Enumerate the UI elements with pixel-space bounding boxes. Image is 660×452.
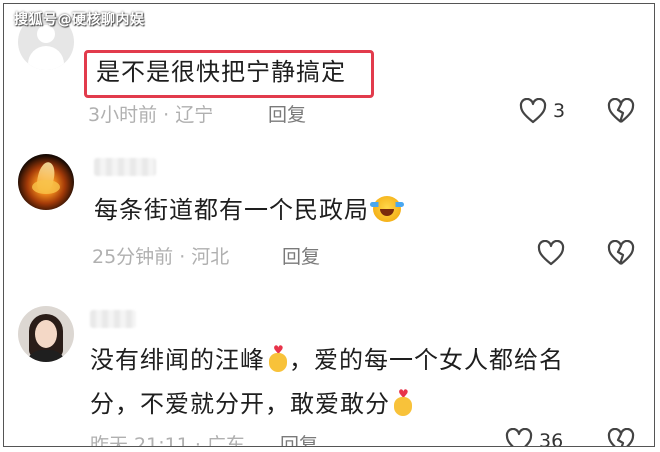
comment-time-location: 昨天 21:11 · 广东 xyxy=(90,434,245,447)
reply-button[interactable]: 回复 xyxy=(268,100,306,127)
comment-time-location: 3小时前 · 辽宁 xyxy=(88,104,214,126)
comment-list: 搜狐号@硬核聊内娱 是不是很快把宁静搞定 3小时前 · 辽宁 回复 3 每条街道… xyxy=(3,3,655,447)
like-button[interactable] xyxy=(537,240,565,266)
username-blurred[interactable] xyxy=(94,158,156,176)
laughing-crying-emoji xyxy=(370,196,404,222)
broken-heart-icon[interactable] xyxy=(607,428,635,446)
like-button[interactable]: 36 xyxy=(505,428,564,447)
like-count: 36 xyxy=(539,430,564,447)
watermark: 搜狐号@硬核聊内娱 xyxy=(14,12,145,28)
finger-heart-emoji: ♥ xyxy=(392,388,414,416)
comment-text-line-2: 分，不爱就分开，敢爱敢分 ♥ xyxy=(90,384,414,424)
heart-outline-icon xyxy=(519,98,547,124)
finger-heart-emoji: ♥ xyxy=(267,344,289,372)
avatar[interactable] xyxy=(18,306,74,362)
username-blurred[interactable] xyxy=(90,310,136,328)
reply-button[interactable]: 回复 xyxy=(282,242,320,269)
broken-heart-icon[interactable] xyxy=(607,98,635,124)
avatar[interactable] xyxy=(18,154,74,210)
reply-button[interactable]: 回复 xyxy=(280,430,318,446)
comment-text-line-1: 没有绯闻的汪峰 ♥ ，爱的每一个女人都给名 xyxy=(90,343,564,374)
like-button[interactable]: 3 xyxy=(519,98,565,124)
like-count: 3 xyxy=(553,100,566,122)
comment-time-location: 25分钟前 · 河北 xyxy=(92,246,230,268)
comment-text: 每条街道都有一个民政局 xyxy=(94,190,404,230)
heart-outline-icon xyxy=(537,240,565,266)
broken-heart-icon[interactable] xyxy=(607,240,635,266)
comment-text: 是不是很快把宁静搞定 xyxy=(96,58,346,86)
heart-outline-icon xyxy=(505,428,533,446)
